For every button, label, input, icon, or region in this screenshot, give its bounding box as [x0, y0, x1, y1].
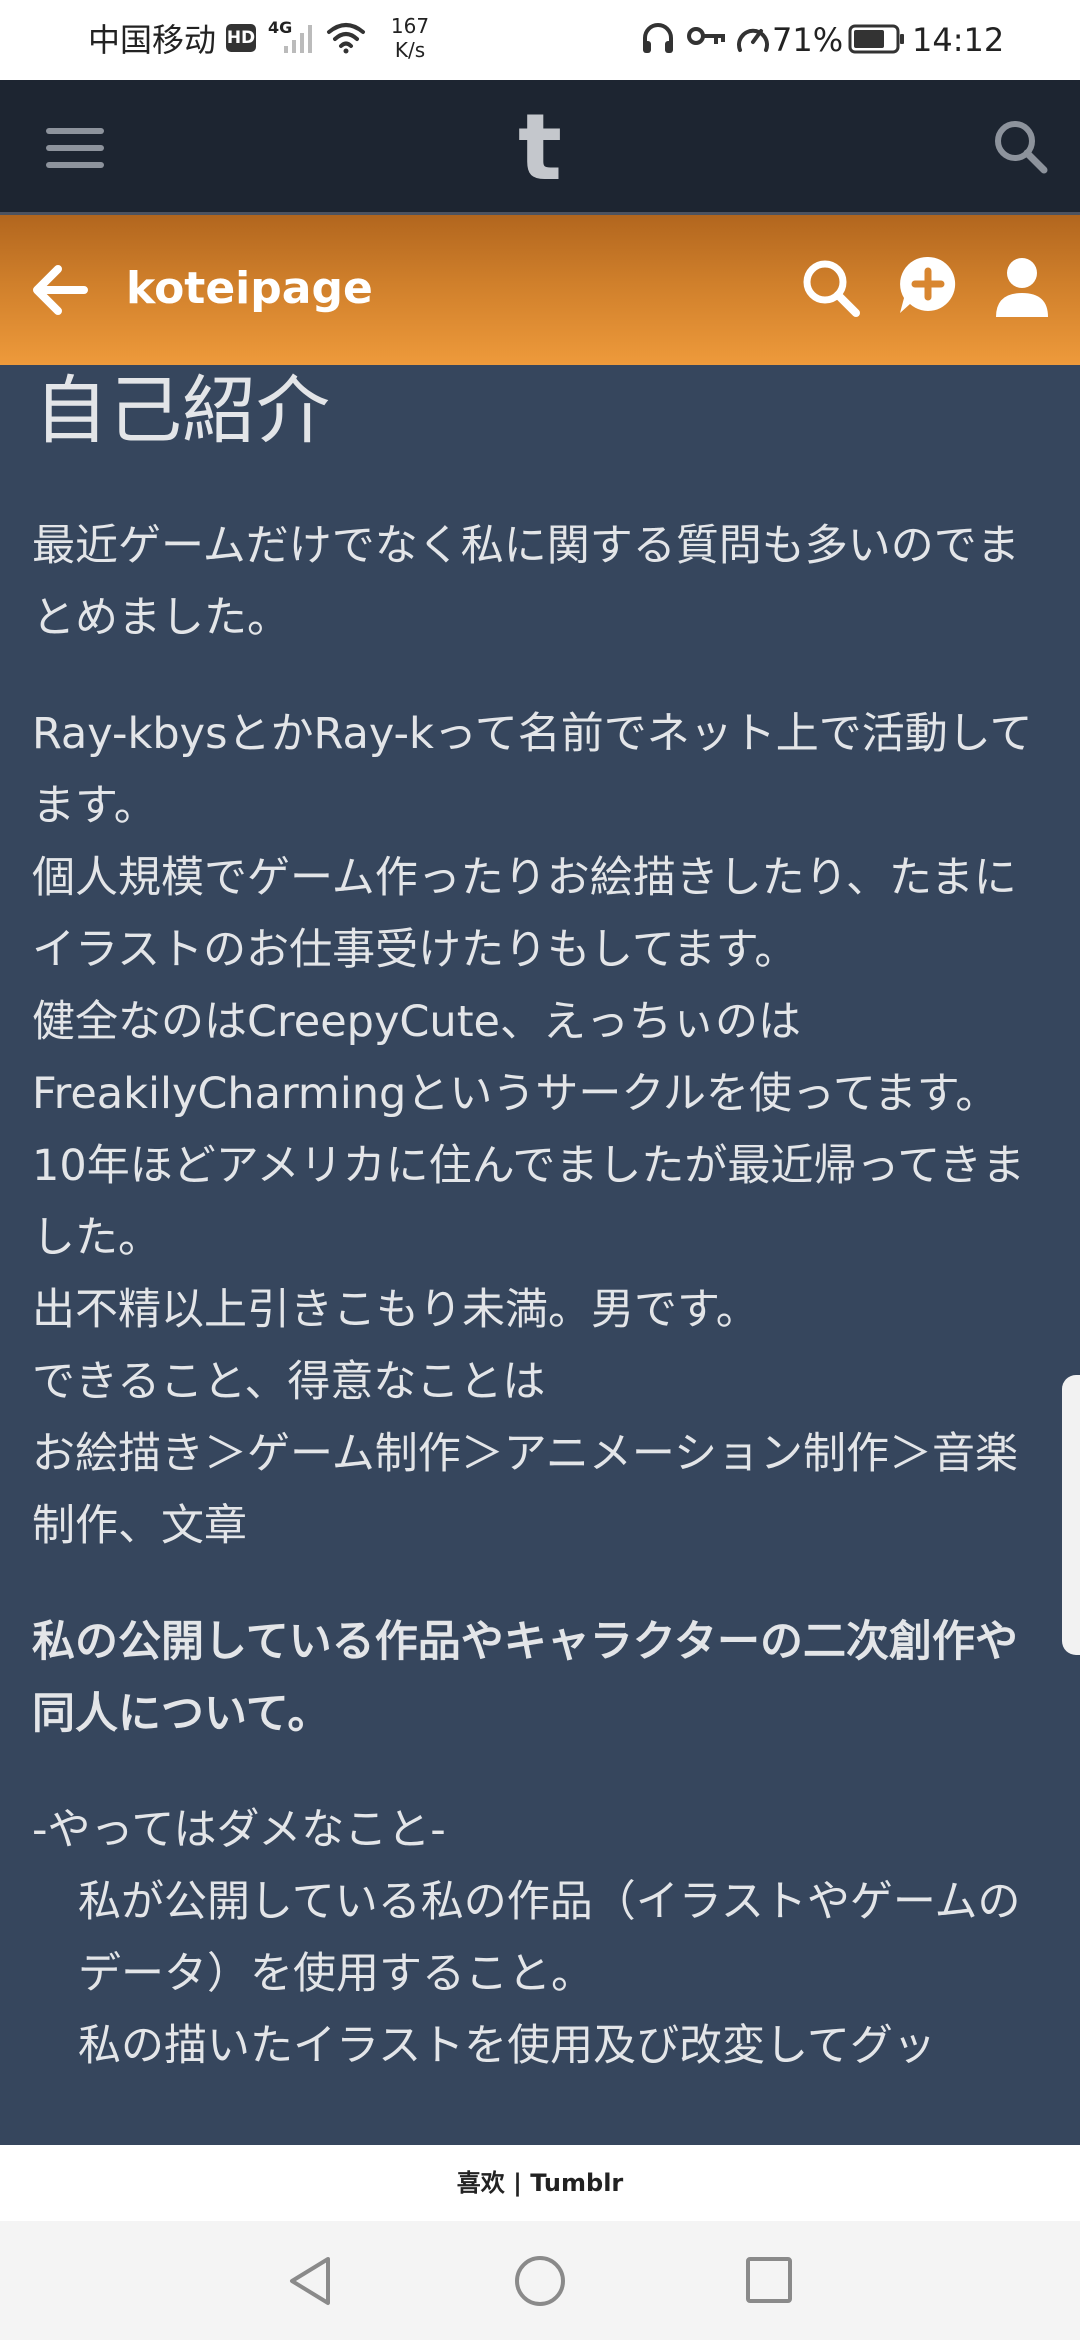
- post-paragraph: 私の描いたイラストを使用及び改変してグッ: [78, 2021, 936, 2071]
- back-arrow-icon[interactable]: [26, 257, 92, 323]
- post-content: 自己紹介 最近ゲームだけでなく私に関する質問も多いのでまとめました。 Ray-k…: [0, 365, 1080, 2145]
- nav-recents-icon[interactable]: [744, 2255, 794, 2305]
- battery-percent: 71%: [772, 21, 844, 59]
- side-panel-handle[interactable]: [1062, 1375, 1080, 1655]
- blog-name[interactable]: koteipage: [126, 259, 373, 319]
- post-title: 自己紹介: [34, 368, 330, 454]
- post-paragraph: 10年ほどアメリカに住んでましたが最近帰ってきました。: [32, 1141, 1025, 1263]
- post-paragraph: 個人規模でゲーム作ったりお絵描きしたり、たまにイラストのお仕事受けたりもしてます…: [32, 853, 1017, 975]
- tumblr-logo[interactable]: t: [500, 98, 580, 198]
- post-paragraph: 最近ゲームだけでなく私に関する質問も多いのでまとめました。: [32, 521, 1020, 643]
- compose-icon[interactable]: [896, 253, 960, 321]
- post-paragraph: お絵描き＞ゲーム制作＞アニメーション制作＞音楽制作、文章: [32, 1429, 1018, 1551]
- nav-home-icon[interactable]: [512, 2253, 568, 2309]
- net-speed: 167 K/s: [380, 14, 440, 62]
- signal-icon: [284, 25, 312, 53]
- net-speed-value: 167: [390, 14, 430, 38]
- app-bar: t: [0, 80, 1080, 215]
- post-paragraph: -やってはダメなこと-: [32, 1805, 446, 1855]
- user-icon[interactable]: [992, 255, 1052, 321]
- footer-credit: 喜欢 | Tumblr: [0, 2145, 1080, 2221]
- search-icon[interactable]: [798, 255, 864, 321]
- wifi-icon: [327, 23, 365, 54]
- post-paragraph: 健全なのはCreepyCute、えっちぃのはFreakilyCharmingとい…: [32, 997, 999, 1119]
- key-icon: [687, 27, 725, 45]
- post-body: 最近ゲームだけでなく私に関する質問も多いのでまとめました。 Ray-kbysとか…: [32, 510, 1052, 2082]
- post-paragraph: 私が公開している私の作品（イラストやゲームのデータ）を使用すること。: [78, 1877, 1021, 1999]
- nav-back-icon[interactable]: [284, 2253, 336, 2309]
- hd-icon: HD: [226, 24, 256, 52]
- post-paragraph: 出不精以上引きこもり未満。男です。: [32, 1285, 759, 1335]
- post-paragraph: Ray-kbysとかRay-kって名前でネット上で活動してます。: [32, 709, 1033, 831]
- blog-header: koteipage: [0, 215, 1080, 365]
- speed-meter-icon: [737, 28, 769, 52]
- post-paragraph: できること、得意なことは: [32, 1357, 546, 1407]
- net-speed-unit: K/s: [394, 38, 426, 62]
- clock: 14:12: [912, 21, 1005, 59]
- carrier-name: 中国移动: [88, 21, 217, 59]
- headphones-icon: [643, 23, 673, 53]
- menu-icon[interactable]: [36, 120, 116, 180]
- status-bar: 中国移动 HD 4G 167 K/s 71% 14:12: [0, 0, 1080, 80]
- search-icon[interactable]: [990, 116, 1050, 176]
- post-subheading: 私の公開している作品やキャラクターの二次創作や同人について。: [32, 1617, 1018, 1739]
- battery-icon: [848, 24, 904, 54]
- system-nav-bar: [0, 2221, 1080, 2340]
